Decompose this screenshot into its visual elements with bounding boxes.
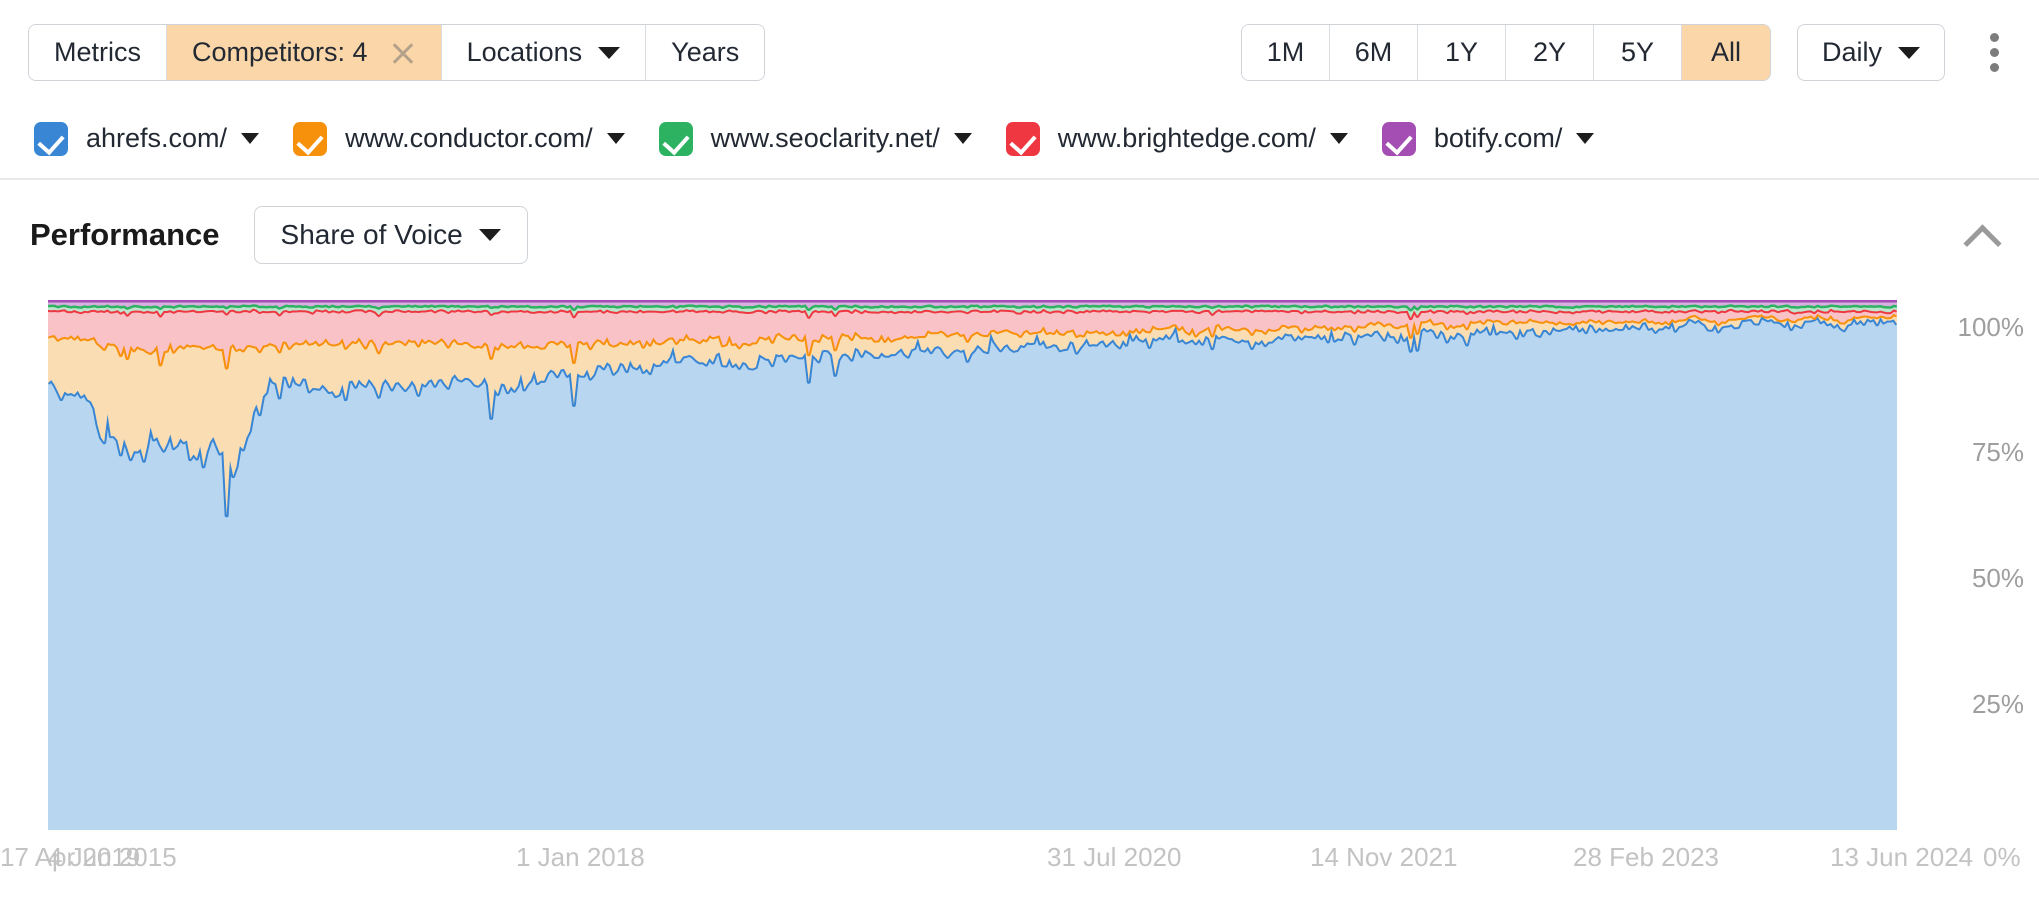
x-axis-labels: 4 Jun 2015 1 Jan 2018 17 Apr 2019 31 Jul… — [0, 842, 2039, 892]
chevron-down-icon — [1898, 47, 1920, 59]
tab-locations-label: Locations — [467, 39, 583, 66]
tab-years[interactable]: Years — [646, 25, 764, 80]
range-6m[interactable]: 6M — [1330, 25, 1418, 80]
metric-dropdown-label: Share of Voice — [281, 219, 463, 251]
date-range-group: 1M 6M 1Y 2Y 5Y All — [1241, 24, 1771, 81]
range-1y[interactable]: 1Y — [1418, 25, 1506, 80]
chevron-down-icon[interactable] — [1330, 133, 1348, 144]
legend-item-label: botify.com/ — [1434, 123, 1563, 154]
x-tick-1: 1 Jan 2018 — [516, 842, 645, 873]
legend-item-seoclarity[interactable]: www.seoclarity.net/ — [659, 122, 972, 156]
competitor-legend: ahrefs.com/ www.conductor.com/ www.seocl… — [0, 105, 2039, 172]
page-title: Performance — [30, 217, 220, 253]
checkbox-checked-icon[interactable] — [1382, 122, 1416, 156]
tab-competitors[interactable]: Competitors: 4 — [167, 25, 442, 80]
kebab-menu-icon[interactable] — [1971, 24, 2017, 81]
x-tick-2: 17 Apr 2019 — [0, 842, 140, 873]
chevron-down-icon[interactable] — [607, 133, 625, 144]
area-0 — [48, 317, 1897, 830]
metric-dropdown[interactable]: Share of Voice — [254, 206, 528, 264]
chart-plot-area — [48, 300, 1897, 830]
chevron-up-icon[interactable] — [1967, 222, 1997, 252]
x-tick-5: 28 Feb 2023 — [1573, 842, 1719, 873]
legend-item-label: www.conductor.com/ — [345, 123, 593, 154]
granularity-label: Daily — [1822, 37, 1882, 68]
y-tick-50: 50% — [1972, 563, 2024, 594]
chevron-down-icon — [598, 47, 620, 59]
checkbox-checked-icon[interactable] — [1006, 122, 1040, 156]
checkbox-checked-icon[interactable] — [34, 122, 68, 156]
range-all[interactable]: All — [1682, 25, 1770, 80]
tab-years-label: Years — [671, 39, 739, 66]
tab-metrics[interactable]: Metrics — [29, 25, 167, 80]
kebab-dot — [1990, 63, 1999, 72]
share-of-voice-chart: 100% 75% 50% 25% 4 Jun 2015 1 Jan 2018 1… — [0, 290, 2039, 897]
checkbox-checked-icon[interactable] — [293, 122, 327, 156]
y-axis-labels: 100% 75% 50% 25% — [1910, 290, 2030, 850]
top-toolbar: Metrics Competitors: 4 Locations Years 1… — [0, 0, 2039, 105]
y-tick-0: 0% — [1983, 842, 2021, 873]
chevron-down-icon[interactable] — [954, 133, 972, 144]
chevron-down-icon[interactable] — [1576, 133, 1594, 144]
legend-item-brightedge[interactable]: www.brightedge.com/ — [1006, 122, 1348, 156]
legend-item-label: ahrefs.com/ — [86, 123, 227, 154]
legend-item-botify[interactable]: botify.com/ — [1382, 122, 1595, 156]
chart-svg — [48, 300, 1897, 830]
y-tick-75: 75% — [1972, 437, 2024, 468]
range-2y[interactable]: 2Y — [1506, 25, 1594, 80]
x-tick-4: 14 Nov 2021 — [1310, 842, 1457, 873]
y-tick-100: 100% — [1958, 312, 2025, 343]
chevron-down-icon — [479, 229, 501, 241]
legend-item-label: www.brightedge.com/ — [1058, 123, 1316, 154]
range-5y[interactable]: 5Y — [1594, 25, 1682, 80]
range-1m[interactable]: 1M — [1242, 25, 1330, 80]
performance-panel: Metrics Competitors: 4 Locations Years 1… — [0, 0, 2039, 897]
kebab-dot — [1990, 33, 1999, 42]
x-tick-6: 13 Jun 2024 — [1830, 842, 1973, 873]
y-tick-25: 25% — [1972, 689, 2024, 720]
toolbar-right-controls: 1M 6M 1Y 2Y 5Y All Daily — [1241, 0, 2017, 105]
kebab-dot — [1990, 48, 1999, 57]
close-icon[interactable] — [390, 40, 416, 66]
x-tick-3: 31 Jul 2020 — [1047, 842, 1181, 873]
granularity-dropdown[interactable]: Daily — [1797, 24, 1945, 81]
legend-item-ahrefs[interactable]: ahrefs.com/ — [34, 122, 259, 156]
tab-competitors-label: Competitors: 4 — [192, 39, 368, 66]
filter-tab-group: Metrics Competitors: 4 Locations Years — [28, 24, 765, 81]
legend-item-conductor[interactable]: www.conductor.com/ — [293, 122, 625, 156]
legend-item-label: www.seoclarity.net/ — [711, 123, 940, 154]
tab-metrics-label: Metrics — [54, 39, 141, 66]
chevron-down-icon[interactable] — [241, 133, 259, 144]
panel-header: Performance Share of Voice — [0, 180, 2039, 290]
tab-locations[interactable]: Locations — [442, 25, 647, 80]
checkbox-checked-icon[interactable] — [659, 122, 693, 156]
